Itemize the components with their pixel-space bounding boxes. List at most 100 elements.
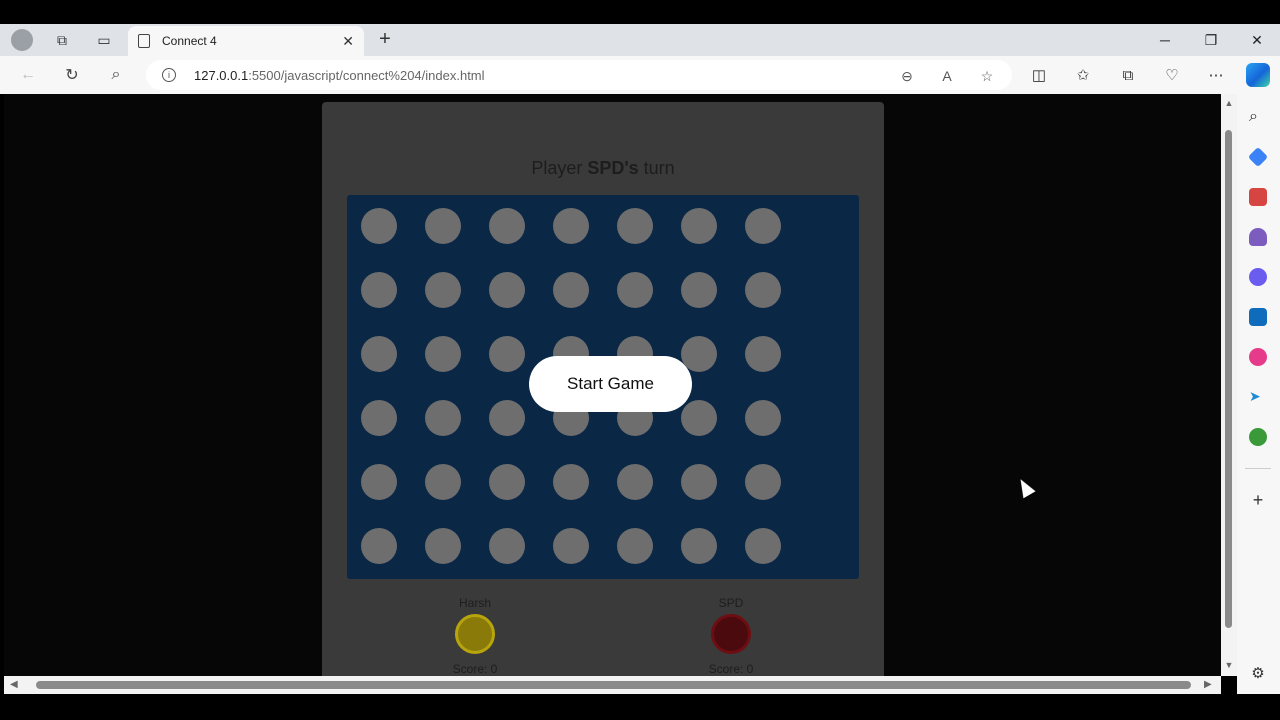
board-cell[interactable] bbox=[745, 400, 781, 436]
board-cell[interactable] bbox=[489, 464, 525, 500]
horizontal-scrollbar[interactable]: ◀ ▶ bbox=[4, 676, 1221, 694]
tab-bar: ⧉ ▭ Connect 4 ✕ + ─ ❐ ✕ bbox=[0, 24, 1280, 56]
read-aloud-icon[interactable]: A bbox=[938, 67, 956, 85]
board-cell[interactable] bbox=[553, 272, 589, 308]
board-cell[interactable] bbox=[489, 208, 525, 244]
board-cell[interactable] bbox=[361, 208, 397, 244]
board-cell[interactable] bbox=[681, 528, 717, 564]
restore-button[interactable]: ❐ bbox=[1196, 28, 1226, 52]
board-cell[interactable] bbox=[361, 336, 397, 372]
board-cell[interactable] bbox=[361, 528, 397, 564]
board-cell[interactable] bbox=[425, 528, 461, 564]
scroll-up-arrow-icon[interactable]: ▲ bbox=[1224, 98, 1234, 108]
horizontal-scroll-thumb[interactable] bbox=[36, 681, 1191, 689]
bottom-letterbox bbox=[0, 694, 1280, 720]
board-cell[interactable] bbox=[745, 272, 781, 308]
vertical-scroll-thumb[interactable] bbox=[1225, 130, 1232, 628]
board-cell[interactable] bbox=[361, 400, 397, 436]
site-info-icon[interactable]: i bbox=[162, 68, 176, 82]
board-cell[interactable] bbox=[489, 272, 525, 308]
board-cell[interactable] bbox=[489, 400, 525, 436]
player-name: SPD bbox=[718, 596, 744, 610]
board-cell[interactable] bbox=[361, 464, 397, 500]
page-viewport: Player SPD's turn Harsh Score: 0 SPD Sco… bbox=[4, 94, 1221, 676]
top-letterbox bbox=[0, 0, 1280, 24]
scroll-down-arrow-icon[interactable]: ▼ bbox=[1224, 660, 1234, 670]
close-window-button[interactable]: ✕ bbox=[1242, 28, 1272, 52]
minimize-button[interactable]: ─ bbox=[1150, 28, 1180, 52]
scroll-left-arrow-icon[interactable]: ◀ bbox=[10, 679, 18, 690]
url-field[interactable]: i 127.0.0.1:5500/javascript/connect%204/… bbox=[146, 60, 1012, 90]
board-cell[interactable] bbox=[681, 400, 717, 436]
board-cell[interactable] bbox=[489, 336, 525, 372]
workspaces-icon[interactable]: ⧉ bbox=[50, 28, 74, 52]
player-name: Harsh bbox=[458, 596, 491, 610]
player-one: Harsh Score: 0 bbox=[415, 596, 535, 676]
games-icon[interactable] bbox=[1249, 228, 1267, 246]
board-cell[interactable] bbox=[681, 272, 717, 308]
board-cell[interactable] bbox=[617, 208, 653, 244]
back-arrow-icon[interactable]: ← bbox=[16, 63, 40, 87]
board-cell[interactable] bbox=[553, 528, 589, 564]
page-icon bbox=[138, 34, 150, 48]
sidebar-search-icon[interactable]: ⌕ bbox=[1249, 108, 1267, 126]
mouse-cursor bbox=[1014, 475, 1036, 499]
board-cell[interactable] bbox=[745, 208, 781, 244]
board-cell[interactable] bbox=[745, 528, 781, 564]
microsoft365-icon[interactable] bbox=[1249, 268, 1267, 286]
board-cell[interactable] bbox=[553, 208, 589, 244]
tools-icon[interactable] bbox=[1249, 188, 1267, 206]
split-screen-icon[interactable]: ◫ bbox=[1028, 64, 1050, 86]
board-cell[interactable] bbox=[617, 272, 653, 308]
send-icon[interactable]: ➤ bbox=[1249, 388, 1267, 406]
collections-icon[interactable]: ⧉ bbox=[1117, 64, 1139, 86]
add-sidebar-app-icon[interactable]: + bbox=[1249, 490, 1267, 510]
player-score: Score: 0 bbox=[708, 662, 754, 676]
tree-icon[interactable] bbox=[1249, 428, 1267, 446]
copilot-icon[interactable] bbox=[1246, 63, 1270, 87]
edge-sidebar: ⌕ ➤ + ⚙ bbox=[1237, 94, 1280, 694]
refresh-icon[interactable]: ↻ bbox=[60, 63, 84, 87]
board-cell[interactable] bbox=[425, 208, 461, 244]
board-cell[interactable] bbox=[425, 464, 461, 500]
board-cell[interactable] bbox=[617, 528, 653, 564]
player-disc bbox=[711, 614, 751, 654]
more-menu-icon[interactable]: ⋯ bbox=[1205, 64, 1227, 86]
board-cell[interactable] bbox=[425, 272, 461, 308]
player-disc bbox=[455, 614, 495, 654]
sidebar-divider bbox=[1245, 468, 1271, 469]
turn-indicator: Player SPD's turn bbox=[531, 158, 675, 178]
browser-tab[interactable]: Connect 4 ✕ bbox=[128, 26, 364, 56]
shopping-tag-icon[interactable] bbox=[1247, 146, 1269, 168]
board-cell[interactable] bbox=[617, 464, 653, 500]
outlook-icon[interactable] bbox=[1249, 308, 1267, 326]
tab-close-icon[interactable]: ✕ bbox=[342, 33, 354, 50]
address-bar-row: ← ↻ ⌕ i 127.0.0.1:5500/javascript/connec… bbox=[0, 56, 1280, 94]
favorite-star-icon[interactable]: ☆ bbox=[978, 67, 996, 85]
tab-actions-icon[interactable]: ▭ bbox=[92, 28, 116, 52]
board-cell[interactable] bbox=[745, 464, 781, 500]
board-cell[interactable] bbox=[425, 336, 461, 372]
player-score: Score: 0 bbox=[452, 662, 498, 676]
board-cell[interactable] bbox=[681, 208, 717, 244]
board-cell[interactable] bbox=[745, 336, 781, 372]
new-tab-button[interactable]: + bbox=[374, 28, 396, 50]
players-panel: Harsh Score: 0 SPD Score: 0 bbox=[322, 596, 884, 676]
board-cell[interactable] bbox=[425, 400, 461, 436]
start-game-button[interactable]: Start Game bbox=[529, 356, 692, 412]
vertical-scrollbar[interactable]: ▲ ▼ bbox=[1221, 94, 1237, 676]
scroll-right-arrow-icon[interactable]: ▶ bbox=[1204, 679, 1212, 690]
favorites-icon[interactable]: ✩ bbox=[1072, 64, 1094, 86]
board-cell[interactable] bbox=[681, 464, 717, 500]
player-two: SPD Score: 0 bbox=[671, 596, 791, 676]
board-cell[interactable] bbox=[489, 528, 525, 564]
url-text: 127.0.0.1:5500/javascript/connect%204/in… bbox=[194, 67, 485, 83]
board-cell[interactable] bbox=[553, 464, 589, 500]
designer-icon[interactable] bbox=[1249, 348, 1267, 366]
board-cell[interactable] bbox=[361, 272, 397, 308]
profile-icon[interactable] bbox=[10, 28, 34, 52]
search-icon[interactable]: ⌕ bbox=[104, 63, 128, 87]
browser-essentials-icon[interactable]: ♡ bbox=[1161, 64, 1183, 86]
sidebar-settings-icon[interactable]: ⚙ bbox=[1249, 664, 1267, 682]
zoom-out-icon[interactable]: ⊖ bbox=[898, 67, 916, 85]
